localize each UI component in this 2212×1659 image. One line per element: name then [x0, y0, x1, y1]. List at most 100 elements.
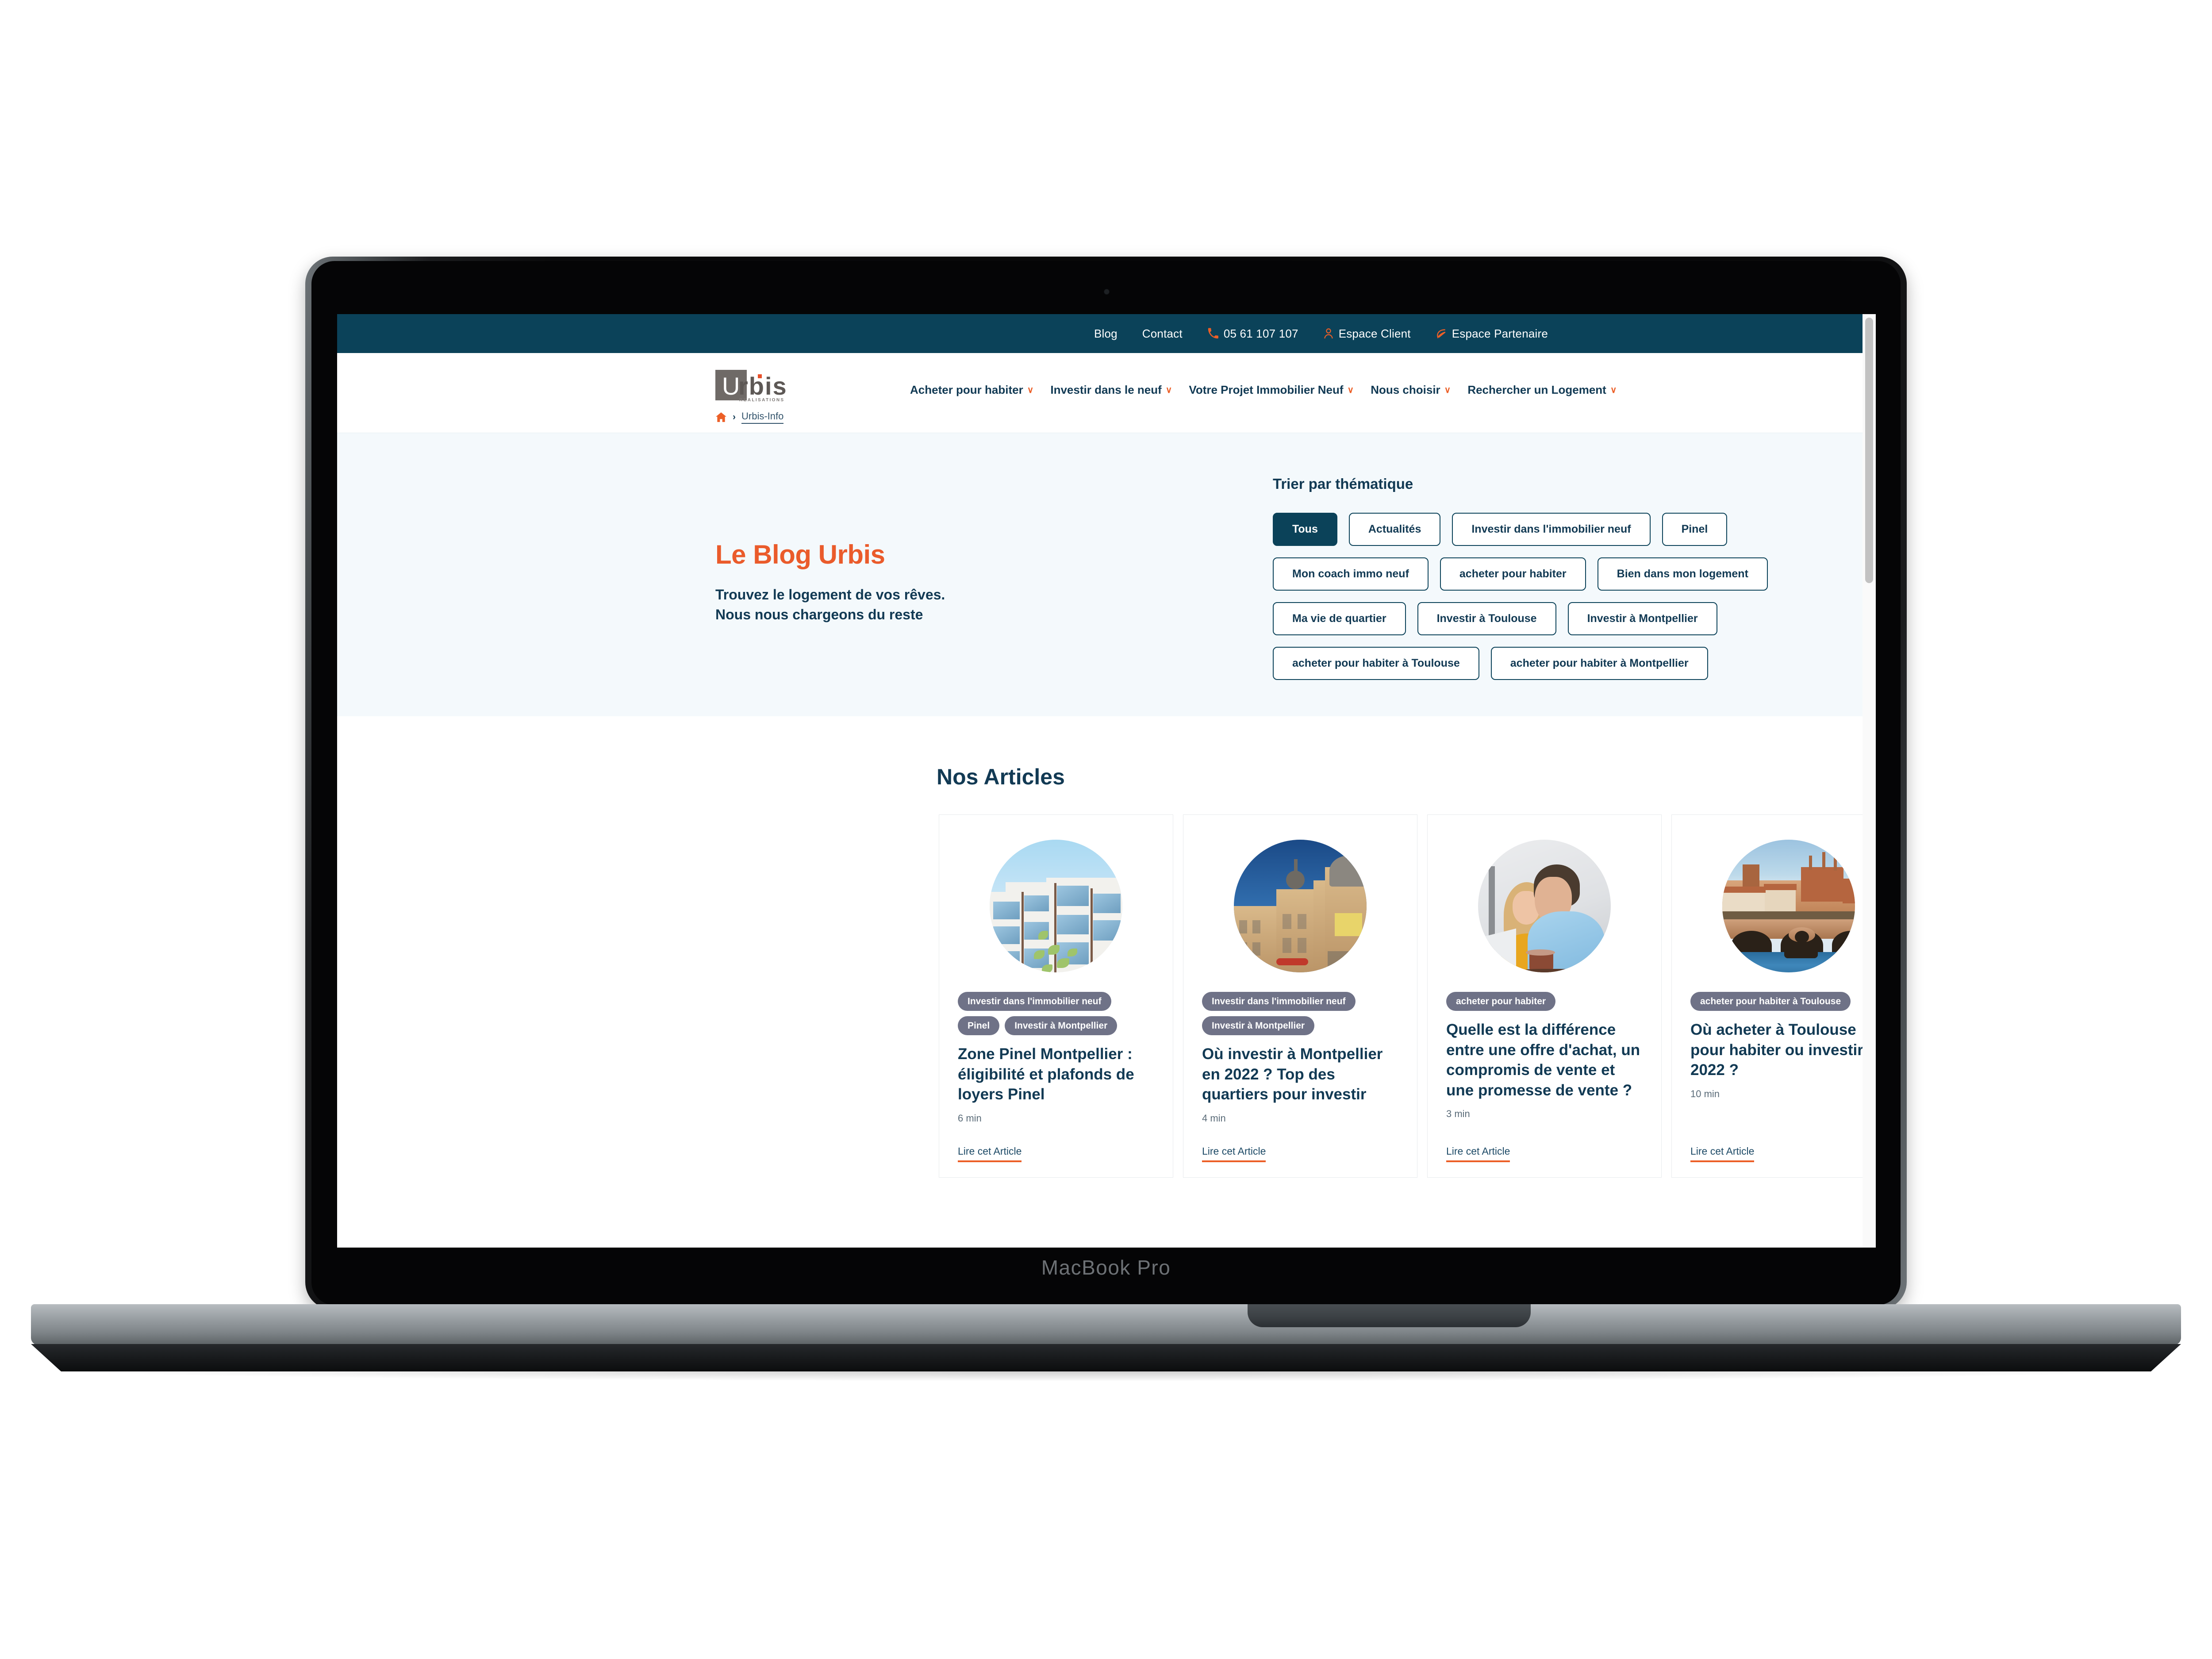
hero-subtitle: Trouvez le logement de vos rêves. Nous n… [715, 585, 1060, 625]
utility-link-espace-client-label: Espace Client [1338, 326, 1411, 340]
nav-label: Rechercher un Logement [1467, 383, 1606, 396]
article-card-body: acheter pour habiter Quelle est la diffé… [1428, 992, 1661, 1162]
logo-letter-u: U [722, 372, 740, 400]
article-card-body: Investir dans l'immobilier neuf Pinel In… [939, 992, 1173, 1162]
utility-link-contact[interactable]: Contact [1142, 327, 1183, 341]
article-tag-list: Investir dans l'immobilier neuf Pinel In… [958, 992, 1154, 1035]
article-tag[interactable]: acheter pour habiter à Toulouse [1690, 992, 1851, 1011]
filter-panel-title: Trier par thématique [1273, 476, 1413, 492]
article-title: Où acheter à Toulouse pour habiter ou in… [1690, 1021, 1876, 1079]
utility-link-phone[interactable]: 05 61 107 107 [1207, 327, 1298, 341]
nav-label: Nous choisir [1371, 383, 1440, 396]
article-reading-time: 4 min [1202, 1112, 1226, 1124]
article-title: Zone Pinel Montpellier : éligibilité et … [958, 1045, 1134, 1103]
article-tag[interactable]: acheter pour habiter [1446, 992, 1556, 1011]
article-tag[interactable]: Pinel [958, 1016, 1000, 1035]
filter-chip-rows: Tous Actualités Investir dans l'immobili… [1273, 513, 1826, 680]
laptop-base [31, 1304, 2181, 1345]
nav-item-votre-projet-immobilier-neuf[interactable]: Votre Projet Immobilier Neuf ∨ [1189, 383, 1354, 397]
utility-link-contact-label: Contact [1142, 326, 1183, 340]
filter-chip-acheter-habiter-montpellier[interactable]: acheter pour habiter à Montpellier [1490, 647, 1708, 680]
page-scrollbar-track[interactable] [1863, 314, 1876, 1248]
nav-label: Votre Projet Immobilier Neuf [1189, 383, 1344, 396]
filter-chip-pinel[interactable]: Pinel [1662, 513, 1728, 546]
site-header: U rbis REALISATIONS Acheter pour habiter… [337, 353, 1876, 433]
phone-icon [1207, 328, 1219, 339]
page-scrollbar-thumb[interactable] [1865, 318, 1873, 583]
filter-chip-acheter-pour-habiter[interactable]: acheter pour habiter [1440, 557, 1586, 591]
filter-chip-ma-vie-de-quartier[interactable]: Ma vie de quartier [1273, 602, 1406, 635]
logo-accent-dot [758, 374, 762, 378]
laptop-base-notch [1248, 1304, 1531, 1327]
modern-apartment-building-photo [990, 840, 1122, 972]
chevron-down-icon: ∨ [1347, 385, 1354, 395]
article-tag[interactable]: Investir dans l'immobilier neuf [958, 992, 1111, 1011]
utility-link-espace-partenaire[interactable]: Espace Partenaire [1436, 327, 1548, 341]
filter-chip-actualites[interactable]: Actualités [1348, 513, 1441, 546]
filter-chip-investir-a-toulouse[interactable]: Investir à Toulouse [1417, 602, 1556, 635]
user-icon [1323, 328, 1334, 339]
articles-section: Nos Articles Investir dans l'immobilier … [337, 716, 1876, 1178]
article-thumb-wrap [939, 815, 1173, 992]
utility-link-phone-label: 05 61 107 107 [1223, 326, 1298, 340]
article-tag-list: Investir dans l'immobilier neuf Investir… [1202, 992, 1398, 1035]
utility-link-espace-partenaire-label: Espace Partenaire [1452, 326, 1548, 340]
nav-label: Investir dans le neuf [1050, 383, 1162, 396]
article-card[interactable]: acheter pour habiter Quelle est la diffé… [1427, 814, 1662, 1178]
filter-chip-row: acheter pour habiter à Toulouse acheter … [1273, 647, 1826, 680]
article-card[interactable]: Investir dans l'immobilier neuf Pinel In… [939, 814, 1173, 1178]
article-tag[interactable]: Investir à Montpellier [1005, 1016, 1118, 1035]
nav-label: Acheter pour habiter [910, 383, 1023, 396]
article-card-grid: Investir dans l'immobilier neuf Pinel In… [939, 814, 1876, 1178]
article-thumb-wrap [1183, 815, 1417, 992]
logo-subtitle: REALISATIONS [739, 398, 785, 403]
article-card-body: Investir dans l'immobilier neuf Investir… [1183, 992, 1417, 1162]
filter-chip-mon-coach-immo-neuf[interactable]: Mon coach immo neuf [1273, 557, 1429, 591]
article-card[interactable]: Investir dans l'immobilier neuf Investir… [1183, 814, 1417, 1178]
chevron-down-icon: ∨ [1444, 385, 1451, 395]
read-article-link[interactable]: Lire cet Article [1446, 1145, 1510, 1162]
couple-at-table-photo [1478, 840, 1611, 972]
filter-chip-acheter-habiter-toulouse[interactable]: acheter pour habiter à Toulouse [1273, 647, 1479, 680]
chevron-down-icon: ∨ [1610, 385, 1617, 395]
filter-chip-investir-a-montpellier[interactable]: Investir à Montpellier [1567, 602, 1717, 635]
theme-filter-panel: Trier par thématique Tous Actualités Inv… [1273, 476, 1826, 680]
article-tag[interactable]: Investir à Montpellier [1202, 1016, 1315, 1035]
toulouse-pont-neuf-photo [1722, 840, 1855, 972]
filter-chip-row: Mon coach immo neuf acheter pour habiter… [1273, 557, 1826, 591]
utility-link-blog[interactable]: Blog [1094, 327, 1118, 341]
breadcrumb: › Urbis-Info [715, 411, 784, 424]
montpellier-historic-buildings-photo [1234, 840, 1367, 972]
filter-chip-bien-dans-mon-logement[interactable]: Bien dans mon logement [1597, 557, 1768, 591]
page-title: Le Blog Urbis [715, 540, 885, 569]
breadcrumb-separator: › [733, 412, 736, 422]
screen-viewport: Blog Contact 05 61 107 107 Espace Client… [337, 314, 1876, 1248]
nav-item-rechercher-un-logement[interactable]: Rechercher un Logement ∨ [1467, 383, 1617, 397]
filter-chip-investir-immobilier-neuf[interactable]: Investir dans l'immobilier neuf [1452, 513, 1651, 546]
home-icon[interactable] [715, 412, 727, 422]
nav-item-acheter-pour-habiter[interactable]: Acheter pour habiter ∨ [910, 383, 1033, 397]
laptop-base-foot [31, 1344, 2181, 1371]
article-title: Quelle est la différence entre une offre… [1446, 1021, 1640, 1099]
read-article-link[interactable]: Lire cet Article [1202, 1145, 1266, 1162]
macbook-device: Blog Contact 05 61 107 107 Espace Client… [31, 257, 2181, 1381]
chevron-down-icon: ∨ [1165, 385, 1172, 395]
breadcrumb-current[interactable]: Urbis-Info [741, 411, 784, 424]
article-reading-time: 3 min [1446, 1108, 1470, 1119]
urbis-logo[interactable]: U rbis REALISATIONS [715, 370, 787, 403]
hero-section: Le Blog Urbis Trouvez le logement de vos… [337, 433, 1876, 716]
nav-item-investir-dans-le-neuf[interactable]: Investir dans le neuf ∨ [1050, 383, 1172, 397]
read-article-link[interactable]: Lire cet Article [1690, 1145, 1755, 1162]
article-tag[interactable]: Investir dans l'immobilier neuf [1202, 992, 1356, 1011]
article-card-body: acheter pour habiter à Toulouse Où achet… [1672, 992, 1876, 1162]
utility-link-espace-client[interactable]: Espace Client [1323, 327, 1411, 341]
article-thumb-wrap [1672, 815, 1876, 992]
utility-bar: Blog Contact 05 61 107 107 Espace Client… [337, 314, 1876, 353]
read-article-link[interactable]: Lire cet Article [958, 1145, 1022, 1162]
article-card[interactable]: acheter pour habiter à Toulouse Où achet… [1671, 814, 1876, 1178]
filter-chip-tous[interactable]: Tous [1273, 513, 1337, 546]
website-page: Blog Contact 05 61 107 107 Espace Client… [337, 314, 1876, 1248]
nav-item-nous-choisir[interactable]: Nous choisir ∨ [1371, 383, 1451, 397]
laptop-base-shadow [58, 1370, 2154, 1381]
article-reading-time: 6 min [958, 1112, 982, 1124]
